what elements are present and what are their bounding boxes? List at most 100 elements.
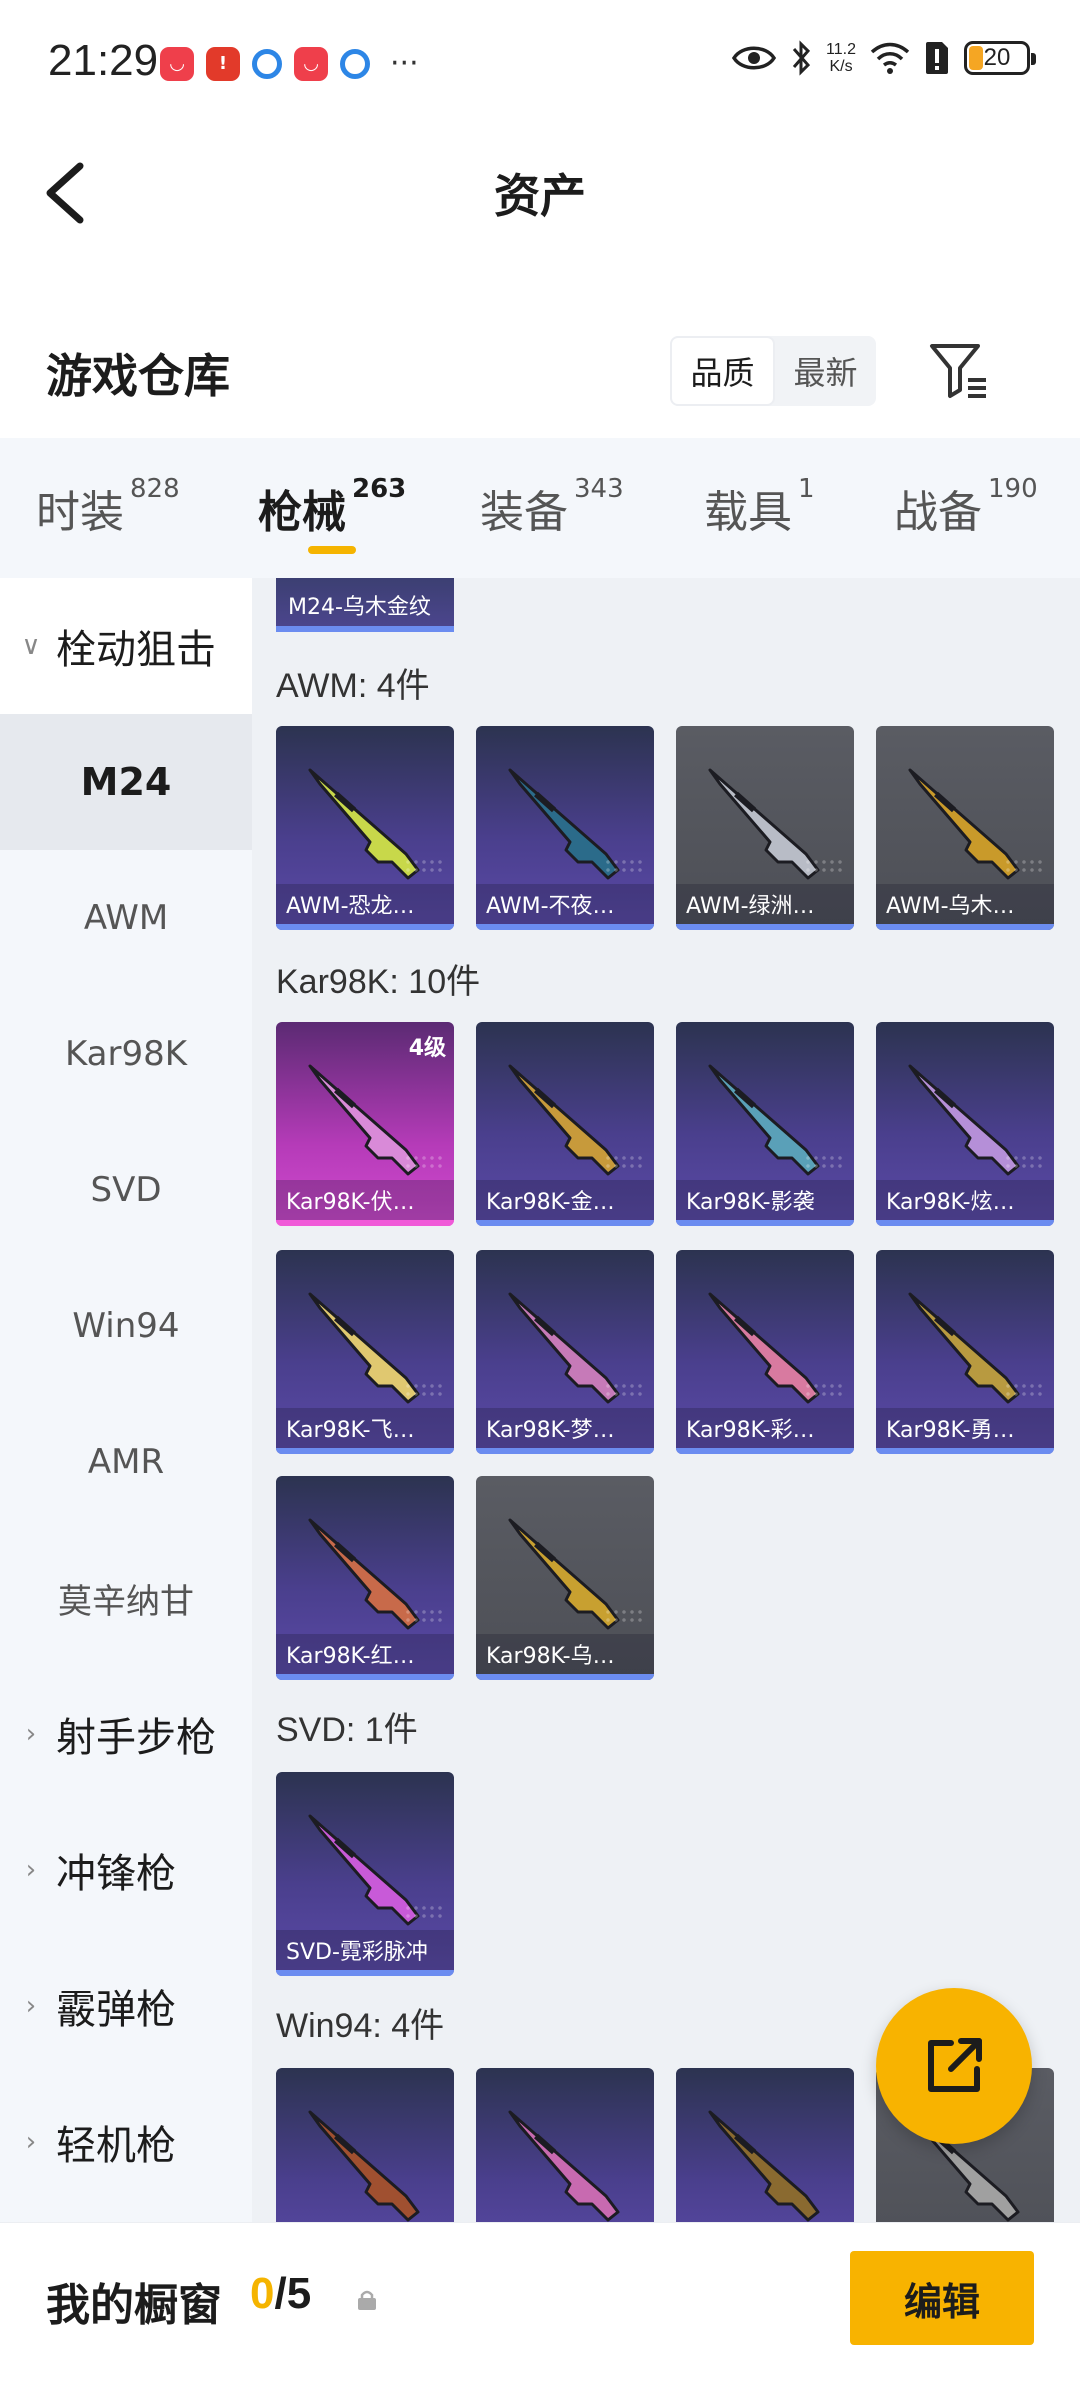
sidebar-item-awm[interactable]: AWM [0,850,252,986]
item-card-m24[interactable]: M24-乌木金纹 [276,578,454,632]
alert-app-icon: ! [206,46,240,81]
item-card-label: AWM-绿洲… [676,884,854,924]
item-card-kar98k[interactable]: Kar98K-影袭 [676,1022,854,1226]
rarity-bar [276,1970,454,1976]
chevron-right-icon: › [25,2127,37,2157]
tab-equipment[interactable]: 装备 343 [480,474,624,540]
tab-firearms[interactable]: 枪械 263 [258,474,406,540]
sidebar-group-bolt-action[interactable]: ∨ 栓动狙击 [0,578,252,714]
decorative-dots [404,1904,444,1920]
rarity-bar [876,924,1054,930]
tab-label: 时装 [36,487,124,538]
sidebar-group-marksman[interactable]: › 射手步枪 [0,1666,252,1802]
sidebar-group-lmg[interactable]: › 轻机枪 [0,2074,252,2210]
rifle-icon [508,2110,620,2222]
item-card-label: Kar98K-影袭 [676,1180,854,1220]
sidebar-group-label: 射手步枪 [56,1715,216,1761]
showcase-count: 0/5 [250,2269,311,2319]
sidebar-item-win94[interactable]: Win94 [0,1258,252,1394]
sidebar-item-m24[interactable]: M24 [0,714,252,850]
item-card-kar98k[interactable]: Kar98K-金… [476,1022,654,1226]
item-card-awm[interactable]: AWM-绿洲… [676,726,854,930]
item-card-win94[interactable] [476,2068,654,2222]
item-card-label: Kar98K-梦… [476,1408,654,1448]
decorative-dots [1004,858,1044,874]
item-card-win94[interactable] [676,2068,854,2222]
rarity-bar [276,1448,454,1454]
decorative-dots [804,1382,844,1398]
wifi-icon [870,42,910,74]
network-speed-unit: K/s [829,58,853,75]
item-card-kar98k[interactable]: Kar98K-彩… [676,1250,854,1454]
rarity-bar [476,924,654,930]
status-indicators: 11.2 K/s 20 [732,40,1036,76]
decorative-dots [1004,1154,1044,1170]
item-card-label: Kar98K-飞… [276,1408,454,1448]
rarity-bar [676,1448,854,1454]
item-card-svd[interactable]: SVD-霓彩脉冲 [276,1772,454,1976]
status-app-icons: ◡ ! ◡ ··· [160,46,419,81]
decorative-dots [604,1382,644,1398]
tab-vehicles[interactable]: 载具 1 [704,474,815,540]
chevron-right-icon: › [25,1719,37,1749]
tab-label: 载具 [704,487,792,538]
sidebar-item-amr[interactable]: AMR [0,1394,252,1530]
page-title: 资产 [494,169,586,223]
tab-count: 190 [988,474,1038,504]
item-card-kar98k[interactable]: Kar98K-梦… [476,1250,654,1454]
rarity-bar [276,626,454,632]
sidebar-group-smg[interactable]: › 冲锋枪 [0,1802,252,1938]
section-title-kar98k: Kar98K: 10件 [276,963,481,1001]
rarity-bar [476,1220,654,1226]
item-card-kar98k[interactable]: Kar98K-勇… [876,1250,1054,1454]
tab-label: 枪械 [258,487,346,538]
sidebar-item-kar98k[interactable]: Kar98K [0,986,252,1122]
item-card-awm[interactable]: AWM-乌木… [876,726,1054,930]
status-bar: 21:29 ◡ ! ◡ ··· 11.2 K/s 20 [0,0,1080,120]
sim-alert-icon [926,42,948,74]
section-title-win94: Win94: 4件 [276,2007,445,2045]
sidebar-group-shotgun[interactable]: › 霰弹枪 [0,1938,252,2074]
decorative-dots [604,1608,644,1624]
tab-count: 343 [574,474,624,504]
network-speed-value: 11.2 [826,41,856,58]
item-card-kar98k[interactable]: Kar98K-飞… [276,1250,454,1454]
share-button[interactable] [876,1988,1032,2144]
sort-newest-button[interactable]: 最新 [775,336,876,406]
warehouse-title: 游戏仓库 [46,349,230,403]
bluetooth-icon [792,40,811,76]
decorative-dots [404,1608,444,1624]
showcase-bar: 我的橱窗 0/5 编辑 [0,2222,1080,2382]
item-card-label: Kar98K-金… [476,1180,654,1220]
item-card-kar98k[interactable]: Kar98K-乌… [476,1476,654,1680]
sidebar-item-mosin[interactable]: 莫辛纳甘 [0,1530,252,1666]
decorative-dots [1004,1382,1044,1398]
item-card-kar98k[interactable]: Kar98K-伏… 4级 [276,1022,454,1226]
battery-level: 20 [983,44,1011,71]
shopping-app-icon: ◡ [294,46,328,81]
item-card-kar98k[interactable]: Kar98K-红… [276,1476,454,1680]
tab-label: 战备 [894,487,982,538]
lock-icon [358,2290,376,2310]
item-card-win94[interactable] [276,2068,454,2222]
browser-app-icon [252,48,282,79]
item-card-label: AWM-乌木… [876,884,1054,924]
item-card-kar98k[interactable]: Kar98K-炫… [876,1022,1054,1226]
tab-combat-gear[interactable]: 战备 190 [894,474,1038,540]
weapon-type-sidebar: ∨ 栓动狙击 M24 AWM Kar98K SVD Win94 AMR 莫辛纳甘 … [0,578,252,2222]
decorative-dots [404,1154,444,1170]
tab-fashion[interactable]: 时装 828 [36,474,180,540]
sort-quality-button[interactable]: 品质 [670,336,775,406]
active-tab-indicator [308,546,356,554]
level-badge: 4级 [408,1036,446,1061]
sidebar-item-svd[interactable]: SVD [0,1122,252,1258]
edit-button[interactable]: 编辑 [850,2251,1034,2345]
filter-icon[interactable] [928,342,990,400]
rifle-icon [308,2110,420,2222]
item-card-awm[interactable]: AWM-恐龙… [276,726,454,930]
battery-indicator: 20 [964,41,1036,75]
tab-count: 828 [130,474,180,504]
sidebar-group-label: 轻机枪 [56,2123,176,2169]
item-card-awm[interactable]: AWM-不夜… [476,726,654,930]
item-card-label: AWM-不夜… [476,884,654,924]
